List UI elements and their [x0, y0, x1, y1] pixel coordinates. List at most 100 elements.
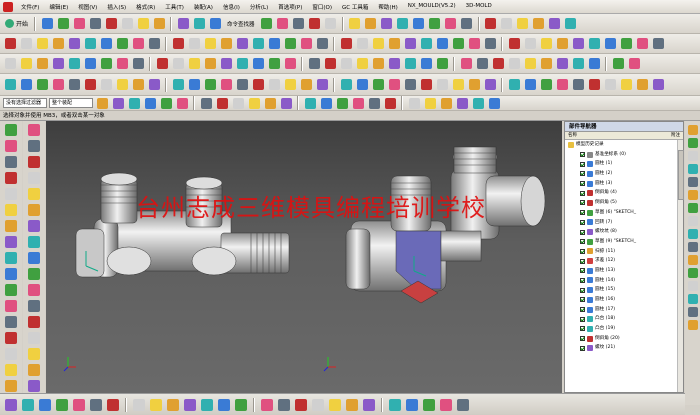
- tree-item[interactable]: 圆柱 (17): [568, 305, 683, 315]
- tool-button[interactable]: [571, 37, 585, 51]
- tree-item[interactable]: 圆柱 (2): [568, 169, 683, 179]
- tool-button[interactable]: [4, 123, 18, 137]
- visibility-checkbox[interactable]: [580, 268, 585, 274]
- tool-button[interactable]: [435, 57, 449, 71]
- tool-button[interactable]: [539, 57, 553, 71]
- tool-button[interactable]: [136, 17, 150, 31]
- tool-button[interactable]: [279, 96, 293, 110]
- tool-button[interactable]: [4, 155, 18, 169]
- tool-button[interactable]: [371, 57, 385, 71]
- tool-button[interactable]: [192, 17, 206, 31]
- visibility-checkbox[interactable]: [580, 229, 585, 235]
- tool-button[interactable]: [403, 78, 417, 92]
- resource-icon[interactable]: [687, 125, 698, 135]
- tool-button[interactable]: [292, 17, 306, 31]
- tool-button[interactable]: [171, 78, 185, 92]
- tool-button[interactable]: [459, 57, 473, 71]
- tool-button[interactable]: [187, 78, 201, 92]
- tool-button[interactable]: [67, 78, 81, 92]
- tool-button[interactable]: [27, 283, 41, 297]
- menu-item-3[interactable]: 插入(S): [102, 3, 131, 11]
- tool-button[interactable]: [88, 17, 102, 31]
- tool-button[interactable]: [99, 78, 113, 92]
- tool-button[interactable]: [203, 37, 217, 51]
- tool-button[interactable]: [4, 219, 18, 233]
- tool-button[interactable]: [89, 398, 103, 412]
- tool-button[interactable]: [475, 57, 489, 71]
- menu-item-5[interactable]: 工具(T): [160, 3, 189, 11]
- tool-button[interactable]: [444, 17, 458, 31]
- tool-button[interactable]: [4, 315, 18, 329]
- visibility-checkbox[interactable]: [580, 258, 585, 264]
- tool-button[interactable]: [407, 96, 421, 110]
- tool-button[interactable]: [311, 398, 325, 412]
- tree-item[interactable]: 圆柱 (13): [568, 266, 683, 276]
- resource-icon[interactable]: [687, 281, 698, 291]
- resource-icon[interactable]: [687, 203, 698, 213]
- tool-button[interactable]: [131, 57, 145, 71]
- tool-button[interactable]: [35, 37, 49, 51]
- tool-button[interactable]: [251, 57, 265, 71]
- tool-button[interactable]: [115, 37, 129, 51]
- tool-button[interactable]: [571, 57, 585, 71]
- navigator-scrollbar[interactable]: [677, 140, 684, 392]
- tool-button[interactable]: [315, 78, 329, 92]
- tool-button[interactable]: [396, 17, 410, 31]
- tool-button[interactable]: [234, 398, 248, 412]
- tool-button[interactable]: [387, 57, 401, 71]
- tool-button[interactable]: [303, 96, 317, 110]
- tool-button[interactable]: [619, 37, 633, 51]
- tool-button[interactable]: [27, 171, 41, 185]
- tool-button[interactable]: [176, 17, 190, 31]
- scope-dropdown[interactable]: 整个装配: [49, 98, 93, 108]
- tool-button[interactable]: [99, 37, 113, 51]
- tool-button[interactable]: [131, 78, 145, 92]
- tool-button[interactable]: [507, 78, 521, 92]
- tool-button[interactable]: [267, 78, 281, 92]
- tool-button[interactable]: [35, 57, 49, 71]
- tool-button[interactable]: [451, 37, 465, 51]
- tool-button[interactable]: [27, 379, 41, 393]
- resource-icon[interactable]: [687, 255, 698, 265]
- tool-button[interactable]: [260, 398, 274, 412]
- tool-button[interactable]: [467, 37, 481, 51]
- tool-button[interactable]: [56, 17, 70, 31]
- tool-button[interactable]: [217, 398, 231, 412]
- resource-icon[interactable]: [687, 177, 698, 187]
- tool-button[interactable]: [219, 78, 233, 92]
- tool-button[interactable]: [548, 17, 562, 31]
- tool-button[interactable]: [19, 57, 33, 71]
- tool-button[interactable]: [315, 37, 329, 51]
- tool-button[interactable]: [4, 139, 18, 153]
- tool-button[interactable]: [627, 57, 641, 71]
- tool-button[interactable]: [523, 37, 537, 51]
- visibility-checkbox[interactable]: [580, 316, 585, 322]
- tool-button[interactable]: [603, 78, 617, 92]
- tool-button[interactable]: [523, 57, 537, 71]
- menu-item-6[interactable]: 装配(A): [189, 3, 218, 11]
- tool-button[interactable]: [3, 57, 17, 71]
- tool-button[interactable]: [383, 96, 397, 110]
- tool-button[interactable]: [4, 203, 18, 217]
- tool-button[interactable]: [507, 57, 521, 71]
- tool-button[interactable]: [72, 398, 86, 412]
- tool-button[interactable]: [456, 398, 470, 412]
- tool-button[interactable]: [152, 17, 166, 31]
- tree-item[interactable]: 圆柱 (14): [568, 276, 683, 286]
- menu-item-7[interactable]: 信息(I): [218, 3, 245, 11]
- tool-button[interactable]: [564, 17, 578, 31]
- filter-dropdown[interactable]: 没有选择过滤器: [3, 98, 47, 108]
- tool-button[interactable]: [603, 37, 617, 51]
- tool-button[interactable]: [4, 299, 18, 313]
- tool-button[interactable]: [328, 398, 342, 412]
- tool-button[interactable]: [351, 96, 365, 110]
- visibility-checkbox[interactable]: [580, 152, 585, 158]
- tool-button[interactable]: [539, 78, 553, 92]
- tool-button[interactable]: [203, 78, 217, 92]
- tool-button[interactable]: [516, 17, 530, 31]
- scroll-thumb[interactable]: [678, 150, 684, 200]
- tool-button[interactable]: [507, 37, 521, 51]
- tool-button[interactable]: [555, 57, 569, 71]
- tool-button[interactable]: [27, 315, 41, 329]
- tool-button[interactable]: [27, 187, 41, 201]
